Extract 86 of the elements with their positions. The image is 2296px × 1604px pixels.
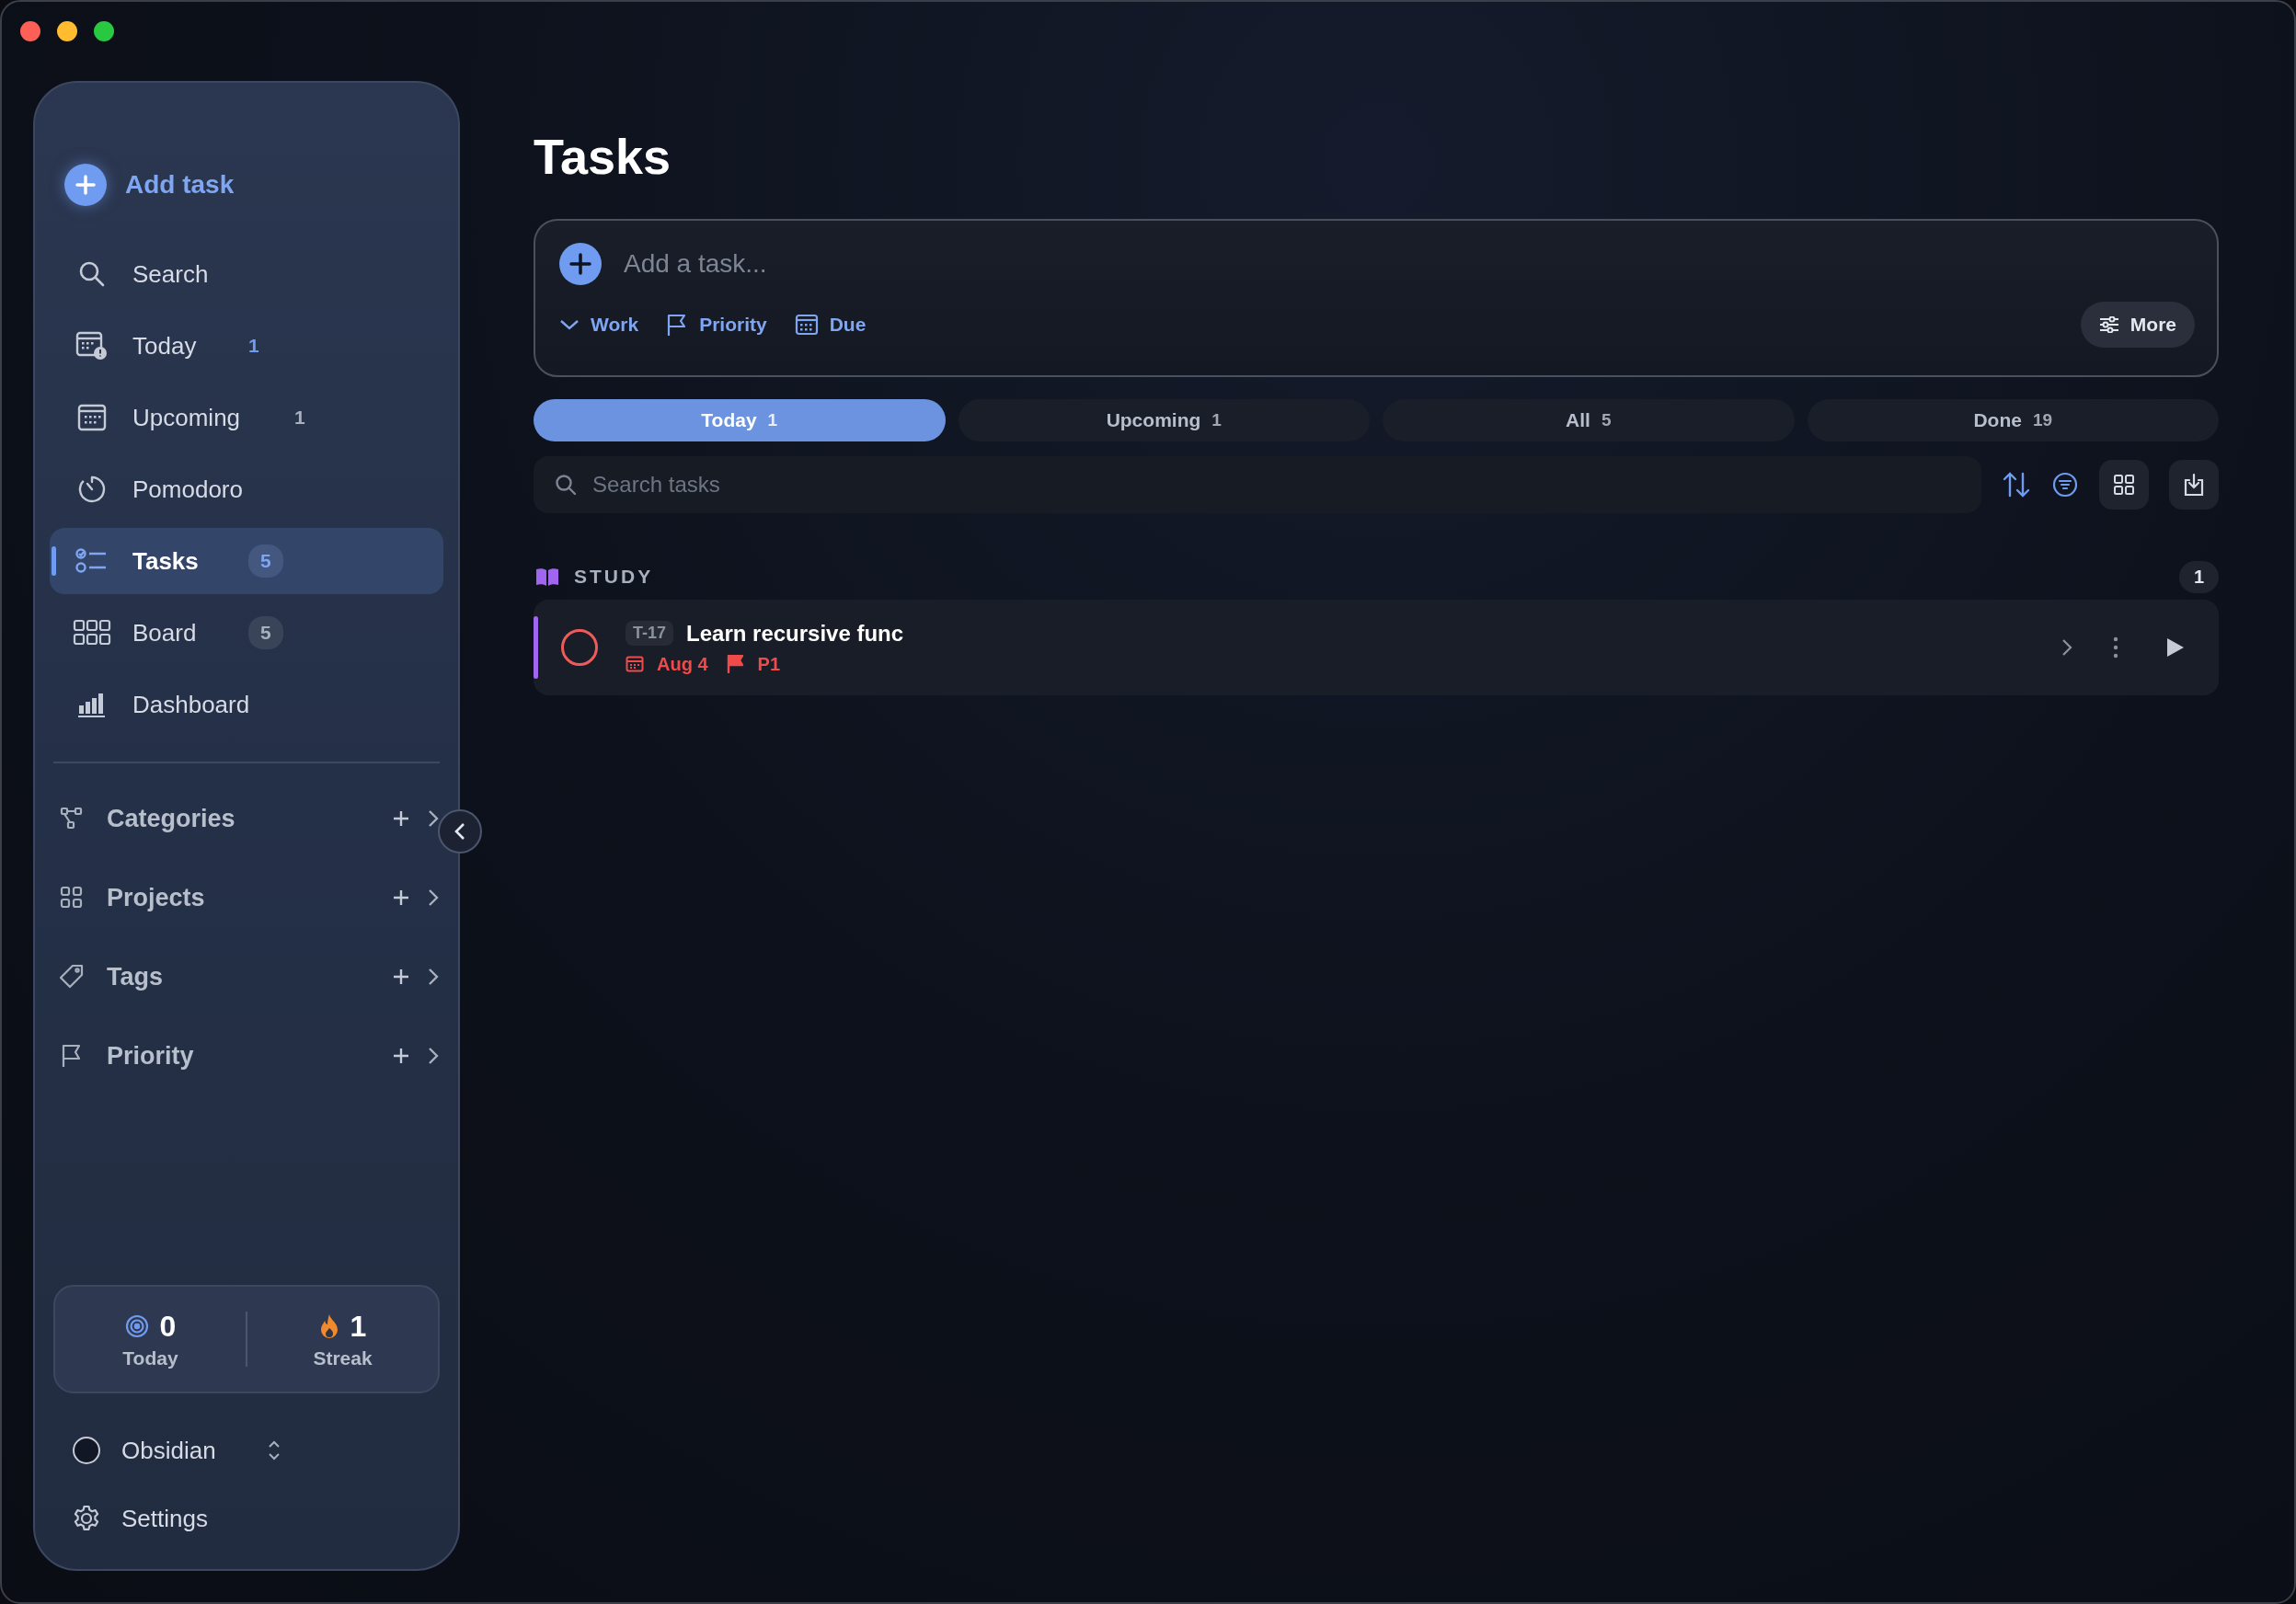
- search-icon: [77, 259, 107, 289]
- hierarchy-icon: [60, 807, 84, 831]
- due-date: Aug 4: [657, 653, 708, 675]
- sidebar-item[interactable]: Upcoming 1: [50, 382, 443, 453]
- minimize-button[interactable]: [57, 21, 77, 41]
- section-header[interactable]: Categories: [107, 804, 392, 833]
- sliders-icon: [2098, 316, 2119, 333]
- plus-icon[interactable]: [392, 968, 410, 986]
- grid-icon: [2113, 474, 2135, 496]
- up-down-icon[interactable]: [267, 1439, 281, 1461]
- grid-icon: [73, 619, 111, 647]
- timer-icon: [77, 475, 107, 504]
- zoom-button[interactable]: [94, 21, 114, 41]
- theme-swatch-icon: [72, 1436, 101, 1465]
- stat-label: Today: [122, 1346, 178, 1369]
- search-field[interactable]: Search tasks: [534, 456, 1981, 513]
- section-header[interactable]: Tags: [107, 962, 392, 991]
- collapse-sidebar-button[interactable]: [438, 809, 482, 854]
- filter-tab[interactable]: Done 19: [1807, 399, 2219, 441]
- option-chip[interactable]: Work: [559, 314, 639, 336]
- theme-selector[interactable]: Obsidian: [121, 1436, 259, 1465]
- filter-icon[interactable]: [2051, 471, 2079, 498]
- chevron-right-icon[interactable]: [427, 808, 440, 829]
- chevron-left-icon: [453, 822, 466, 841]
- grid-icon: [60, 886, 84, 910]
- sidebar-item[interactable]: Today 1: [50, 310, 443, 382]
- chevron-right-icon[interactable]: [427, 967, 440, 987]
- grid-view-button[interactable]: [2099, 460, 2149, 510]
- sidebar-item[interactable]: Search: [50, 238, 443, 310]
- target-icon: [124, 1314, 149, 1338]
- checklist-icon: [75, 546, 109, 576]
- section-header[interactable]: Priority: [107, 1041, 392, 1071]
- group-title: STUDY: [574, 566, 654, 588]
- export-button[interactable]: [2169, 460, 2219, 510]
- filter-tab[interactable]: All 5: [1383, 399, 1795, 441]
- plus-icon[interactable]: [392, 809, 410, 828]
- stat-value: 1: [350, 1309, 367, 1344]
- calendar-icon: [77, 404, 107, 431]
- page-title: Tasks: [534, 129, 672, 184]
- stat-value: 0: [159, 1309, 177, 1344]
- section-header[interactable]: Projects: [107, 883, 392, 912]
- chevron-right-icon[interactable]: [2061, 637, 2073, 658]
- task-input[interactable]: Add a task...: [622, 248, 2195, 280]
- flame-icon: [318, 1313, 339, 1339]
- calendar-alert-icon: [75, 330, 109, 361]
- chevron-right-icon[interactable]: [427, 888, 440, 908]
- flag-icon: [726, 655, 745, 673]
- stat-label: Streak: [313, 1346, 373, 1369]
- tag-icon: [58, 963, 86, 991]
- more-icon[interactable]: [2112, 636, 2119, 659]
- count-label: 1: [294, 407, 305, 429]
- settings-icon: [72, 1504, 101, 1533]
- chevron-right-icon[interactable]: [427, 1046, 440, 1066]
- selection-indicator: [52, 546, 56, 576]
- option-chip[interactable]: Priority: [666, 313, 767, 337]
- calendar-icon: [794, 314, 819, 336]
- task-row[interactable]: T-17 Learn recursive func Aug 4 P1: [534, 600, 2219, 695]
- priority-label: P1: [757, 653, 781, 675]
- more-button[interactable]: More: [2080, 302, 2195, 348]
- search-icon: [554, 473, 578, 497]
- task-checkbox[interactable]: [561, 629, 598, 666]
- count-badge: 1: [2178, 560, 2219, 593]
- sidebar-item[interactable]: Pomodoro: [50, 453, 443, 525]
- task-title: Learn recursive func: [686, 620, 904, 647]
- plus-icon[interactable]: [392, 888, 410, 907]
- task-id: T-17: [626, 621, 674, 646]
- sidebar-item[interactable]: Dashboard: [50, 669, 443, 740]
- settings-link[interactable]: Settings: [121, 1504, 259, 1533]
- download-icon: [2183, 473, 2205, 497]
- sort-icon[interactable]: [2002, 471, 2031, 498]
- option-chip[interactable]: Due: [794, 314, 867, 336]
- sidebar-item[interactable]: Tasks 5: [50, 528, 443, 594]
- play-icon[interactable]: [2165, 636, 2186, 659]
- chevron-down-icon: [559, 318, 580, 331]
- calendar-icon: [626, 656, 644, 672]
- plus-icon[interactable]: [392, 1047, 410, 1065]
- count-label: 1: [248, 335, 259, 357]
- count-badge: 5: [248, 616, 283, 649]
- close-button[interactable]: [20, 21, 40, 41]
- add-icon[interactable]: [559, 243, 602, 285]
- bar-chart-icon: [77, 691, 107, 718]
- add-icon[interactable]: [64, 164, 107, 206]
- add-task-button[interactable]: Add task: [125, 170, 235, 200]
- sidebar-item[interactable]: Board 5: [50, 597, 443, 669]
- count-badge: 5: [248, 544, 283, 578]
- filter-tab[interactable]: Upcoming 1: [958, 399, 1370, 441]
